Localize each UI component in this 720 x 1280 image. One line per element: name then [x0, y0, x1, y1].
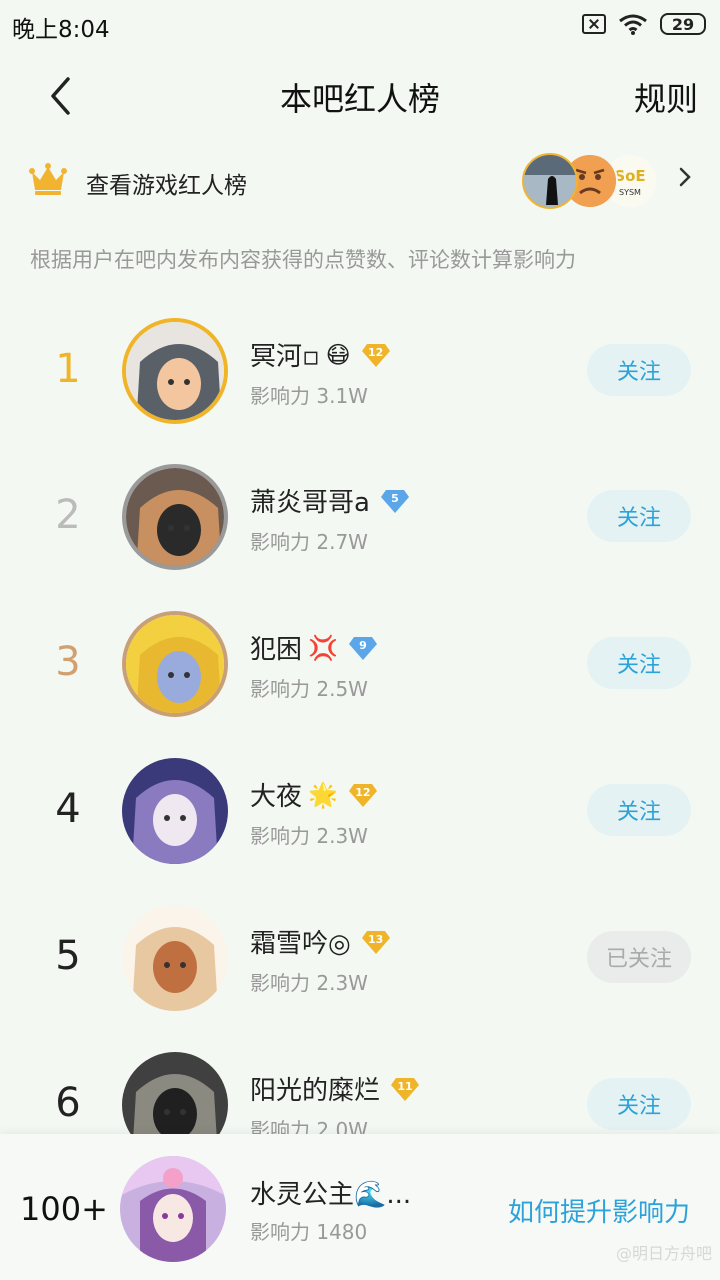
my-influence: 影响力 1480 — [250, 1220, 368, 1244]
influence-value: 影响力 2.5W — [250, 677, 368, 701]
level-number: 11 — [397, 1079, 413, 1093]
influence-value: 影响力 2.3W — [250, 971, 368, 995]
user-name-line: 霜雪吟◎ 13 — [250, 923, 391, 960]
follow-button[interactable]: 关注 — [587, 490, 691, 542]
level-badge-icon: 9 — [348, 635, 378, 661]
my-rank-bar: 100+ 水灵公主🌊... 影响力 1480 如何提升影响力 @明日方舟吧 — [0, 1134, 720, 1280]
username: 犯困 — [250, 635, 303, 665]
svg-text:SYSM: SYSM — [619, 188, 641, 197]
nav-bar: 本吧红人榜 规则 — [0, 60, 720, 132]
game-top-avatars: SoE SYSM — [522, 153, 658, 211]
no-sim-icon — [582, 14, 606, 34]
ranking-row[interactable]: 4 大夜 🌟 12 影响力 2.3W 关注 — [0, 738, 720, 884]
rules-button[interactable]: 规则 — [634, 74, 698, 120]
my-avatar[interactable] — [120, 1156, 226, 1262]
user-name-line: 犯困 💢 9 — [250, 629, 378, 666]
name-emoji: 🌟 — [308, 780, 338, 809]
game-ranking-entry[interactable]: 查看游戏红人榜 SoE SYSM — [0, 148, 720, 214]
status-icons: 29 — [582, 13, 706, 35]
rank-number: 1 — [55, 346, 81, 392]
level-number: 12 — [368, 345, 384, 359]
username: 冥河▫ — [250, 342, 320, 372]
watermark: @明日方舟吧 — [615, 1244, 712, 1263]
level-badge-icon: 13 — [361, 929, 391, 955]
user-name-line: 萧炎哥哥a 5 — [250, 482, 410, 519]
name-emoji: 😷 — [325, 340, 351, 369]
username: 大夜 — [250, 782, 303, 812]
level-number: 5 — [391, 491, 399, 505]
follow-button[interactable]: 关注 — [587, 637, 691, 689]
status-bar: 晚上8:04 29 — [0, 0, 720, 52]
rank-number: 5 — [55, 933, 81, 979]
rank-number: 3 — [55, 639, 81, 685]
my-username: 水灵公主🌊... — [250, 1180, 412, 1210]
user-avatar[interactable] — [122, 905, 228, 1011]
svg-text:SoE: SoE — [614, 167, 645, 185]
influence-value: 影响力 3.1W — [250, 384, 368, 408]
username: 阳光的糜烂 — [250, 1076, 381, 1106]
level-badge-icon: 12 — [348, 782, 378, 808]
battery-indicator: 29 — [660, 13, 706, 35]
user-name-line: 阳光的糜烂 11 — [250, 1070, 420, 1107]
back-button[interactable] — [36, 70, 84, 122]
status-time: 晚上8:04 — [12, 17, 110, 43]
user-name-line: 冥河▫ 😷 12 — [250, 336, 391, 373]
name-emoji: 💢 — [308, 633, 338, 662]
ranking-row[interactable]: 3 犯困 💢 9 影响力 2.5W 关注 — [0, 591, 720, 737]
chevron-left-icon — [51, 77, 70, 115]
user-avatar[interactable] — [122, 611, 228, 717]
level-number: 13 — [368, 932, 384, 946]
ranking-row[interactable]: 5 霜雪吟◎ 13 影响力 2.3W 已关注 — [0, 885, 720, 1031]
rank-number: 6 — [55, 1080, 81, 1126]
mini-avatar-1 — [522, 153, 578, 209]
follow-button[interactable]: 关注 — [587, 344, 691, 396]
wifi-icon — [619, 14, 647, 35]
user-avatar[interactable] — [122, 464, 228, 570]
crown-icon — [29, 163, 67, 195]
username: 萧炎哥哥a — [250, 488, 370, 518]
follow-button[interactable]: 关注 — [587, 1078, 691, 1130]
follow-button[interactable]: 关注 — [587, 784, 691, 836]
rank-number: 4 — [55, 786, 81, 832]
influence-value: 影响力 2.7W — [250, 530, 368, 554]
username: 霜雪吟◎ — [250, 929, 351, 959]
page-title: 本吧红人榜 — [279, 80, 440, 118]
my-rank-number: 100+ — [20, 1190, 108, 1228]
improve-influence-link[interactable]: 如何提升影响力 — [508, 1192, 690, 1229]
user-avatar[interactable] — [122, 318, 228, 424]
ranking-row[interactable]: 2 萧炎哥哥a 5 影响力 2.7W 关注 — [0, 444, 720, 590]
level-badge-icon: 11 — [390, 1076, 420, 1102]
influence-value: 影响力 2.3W — [250, 824, 368, 848]
ranking-row[interactable]: 1 冥河▫ 😷 12 影响力 3.1W 关注 — [0, 298, 720, 444]
level-number: 12 — [355, 785, 371, 799]
followed-button[interactable]: 已关注 — [587, 931, 691, 983]
chevron-right-icon — [679, 167, 691, 187]
ranking-description: 根据用户在吧内发布内容获得的点赞数、评论数计算影响力 — [30, 248, 576, 272]
user-avatar[interactable] — [122, 758, 228, 864]
level-badge-icon: 12 — [361, 342, 391, 368]
rank-number: 2 — [55, 492, 81, 538]
level-badge-icon: 5 — [380, 488, 410, 514]
user-name-line: 大夜 🌟 12 — [250, 776, 378, 813]
game-ranking-label: 查看游戏红人榜 — [86, 173, 247, 199]
level-number: 9 — [359, 638, 367, 652]
